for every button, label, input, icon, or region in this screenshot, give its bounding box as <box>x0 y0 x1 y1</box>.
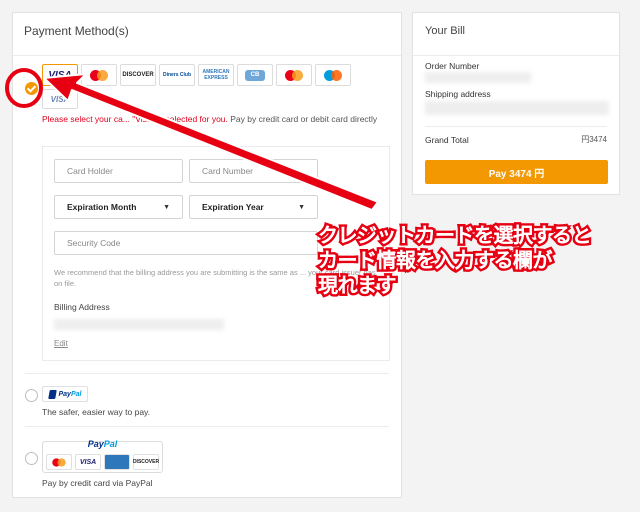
checkout-page: Payment Method(s) VISA DISCOVER Diners C… <box>0 0 640 512</box>
maestro-logo-option[interactable] <box>315 64 351 86</box>
bill-title: Your Bill <box>425 25 465 37</box>
card-holder-input[interactable]: Card Holder <box>54 159 183 183</box>
redacted-shipping-address <box>425 101 609 115</box>
paypal-card-description: Pay by credit card via PayPal <box>42 478 153 488</box>
caret-down-icon: ▼ <box>298 203 305 211</box>
mastercard-debit-icon <box>285 69 303 81</box>
discover-logo-text: DISCOVER <box>122 72 154 78</box>
mastercard-icon <box>52 457 66 467</box>
annotation-line-3: 現れます <box>318 275 397 297</box>
order-number-label: Order Number <box>425 61 480 71</box>
expiration-month-select[interactable]: Expiration Month ▼ <box>54 195 183 219</box>
paypal-icon <box>47 389 57 399</box>
mini-visa-logo: VISA <box>75 454 101 470</box>
diners-logo-text: Diners Club <box>162 72 192 78</box>
divider <box>25 426 389 427</box>
visa-logo-text: VISA <box>48 69 72 81</box>
paypal-description: The safer, easier way to pay. <box>42 407 151 417</box>
expiration-month-label: Expiration Month <box>67 202 137 212</box>
expiration-year-label: Expiration Year <box>202 202 264 212</box>
edit-billing-link[interactable]: Edit <box>54 339 68 348</box>
security-code-input[interactable]: Security Code <box>54 231 318 255</box>
shipping-address-label: Shipping address <box>425 89 491 99</box>
jcb-logo-text: CB <box>245 69 265 81</box>
visa-debit-logo-text: VISA <box>50 94 70 104</box>
caret-down-icon: ▼ <box>163 203 170 211</box>
maestro-icon <box>324 69 342 81</box>
discover-logo-option[interactable]: DISCOVER <box>120 64 156 86</box>
jcb-logo-option[interactable]: CB <box>237 64 273 86</box>
divider <box>425 126 607 127</box>
mastercard-icon <box>90 69 108 81</box>
visa-debit-logo-option[interactable]: VISA <box>42 89 78 109</box>
visa-logo-option[interactable]: VISA <box>42 64 78 86</box>
redacted-order-number <box>425 72 531 83</box>
mastercard-debit-logo-option[interactable] <box>276 64 312 86</box>
paypal-radio[interactable] <box>25 389 38 402</box>
amex-logo-text: AMERICAN EXPRESS <box>202 69 230 81</box>
grand-total-value: 円3474 <box>581 135 607 144</box>
expiration-year-select[interactable]: Expiration Year ▼ <box>189 195 318 219</box>
paypal-logo-a: Pay <box>58 390 71 398</box>
mini-discover-logo: DISCOVER <box>133 454 159 470</box>
amex-logo-option[interactable]: AMERICAN EXPRESS <box>198 64 234 86</box>
paypal-card-title: PayPal <box>43 439 162 449</box>
divider <box>13 55 401 56</box>
divider <box>25 373 389 374</box>
paypal-card-radio[interactable] <box>25 452 38 465</box>
pay-button[interactable]: Pay 3474 円 <box>425 160 608 184</box>
mastercard-logo-option[interactable] <box>81 64 117 86</box>
card-number-input[interactable]: Card Number <box>189 159 318 183</box>
annotation-text: クレジットカードを選択すると カード情報を入力する欄が 現れます <box>318 224 638 299</box>
mini-amex-logo <box>104 454 130 470</box>
payment-method-title: Payment Method(s) <box>24 24 129 38</box>
credit-card-radio[interactable] <box>25 82 38 95</box>
card-selected-info: Pay by credit card or debit card directl… <box>227 114 378 124</box>
paypal-card-logos: PayPal VISA DISCOVER <box>42 439 163 473</box>
billing-address-label: Billing Address <box>54 302 110 312</box>
paypal-logo-b: Pal <box>70 390 82 398</box>
redacted-address <box>54 319 224 330</box>
divider <box>413 55 619 56</box>
bill-panel: Your Bill Order Number Shipping address … <box>412 12 620 195</box>
card-selected-message: Please select your ca... "Visa" is selec… <box>42 113 387 125</box>
annotation-line-1: クレジットカードを選択すると <box>318 225 592 247</box>
diners-logo-option[interactable]: Diners Club <box>159 64 195 86</box>
paypal-card-logo-b: Pal <box>103 439 118 449</box>
grand-total-label: Grand Total <box>425 135 469 145</box>
card-selected-warning: Please select your ca... "Visa" is selec… <box>42 114 228 124</box>
paypal-card-logo-a: Pay <box>87 439 104 449</box>
paypal-logo: Pay Pal <box>42 386 88 402</box>
mini-mastercard-logo <box>46 454 72 470</box>
annotation-line-2: カード情報を入力する欄が <box>318 250 553 272</box>
